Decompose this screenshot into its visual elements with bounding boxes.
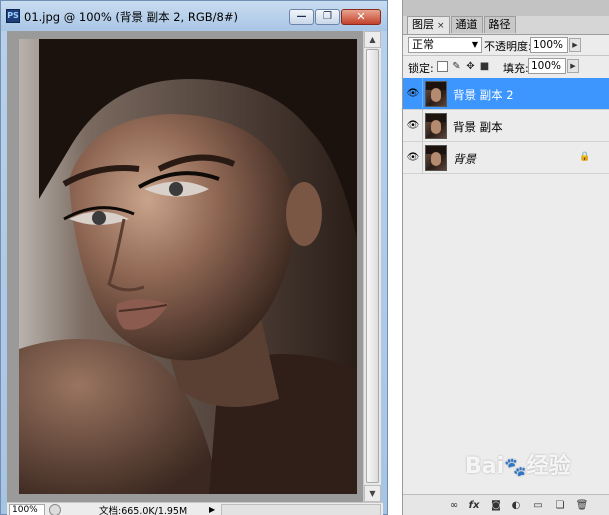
close-button[interactable]: ✕: [341, 9, 381, 25]
tab-layers[interactable]: 图层 ×: [407, 16, 450, 34]
close-icon: ✕: [356, 10, 366, 23]
blend-mode-value: 正常: [412, 38, 434, 51]
layer-name: 背景 副本: [453, 120, 503, 134]
minimize-icon: —: [296, 11, 307, 22]
horizontal-scrollbar[interactable]: [221, 504, 381, 515]
lock-fill-row: 锁定: ✎ ✥ ■ 填充: 100% ▶: [403, 56, 609, 76]
layer-name: 背景 副本 2: [453, 88, 514, 102]
lock-icon: 🔒: [579, 152, 591, 162]
watermark-brand: Bai: [465, 454, 505, 479]
layer-row-background-copy-2[interactable]: 👁 背景 副本 2: [403, 78, 609, 110]
blend-mode-select[interactable]: 正常 ▼: [408, 37, 482, 53]
lock-label: 锁定:: [408, 62, 434, 75]
opacity-label: 不透明度:: [484, 40, 532, 53]
document-size-info: 文档:665.0K/1.95M: [99, 506, 188, 515]
fill-input[interactable]: 100%: [528, 58, 566, 74]
minimize-button[interactable]: —: [289, 9, 314, 25]
portrait-photo[interactable]: [19, 39, 357, 494]
document-title: 01.jpg @ 100% (背景 副本 2, RGB/8#): [24, 10, 238, 24]
status-indicator-icon[interactable]: [49, 504, 61, 515]
trash-icon[interactable]: 🗑: [575, 499, 589, 513]
fill-label: 填充:: [503, 62, 529, 75]
mask-icon[interactable]: ◙: [489, 499, 503, 513]
layer-thumbnail: [425, 145, 447, 171]
tab-channels[interactable]: 通道: [450, 16, 483, 33]
tab-close-icon[interactable]: ×: [437, 21, 445, 31]
tab-paths-label: 路径: [488, 18, 511, 31]
window-gap: [388, 0, 402, 515]
visibility-eye-icon[interactable]: 👁: [405, 116, 421, 136]
panel-header[interactable]: [403, 0, 609, 16]
zoom-field[interactable]: 100%: [9, 504, 45, 515]
layers-panel: 图层 × 通道 路径 正常 ▼ 不透明度: 100% ▶ 锁定: ✎ ✥ ■ 填充…: [402, 0, 609, 515]
canvas-area[interactable]: [7, 31, 363, 502]
visibility-eye-icon[interactable]: 👁: [405, 148, 421, 168]
tab-layers-label: 图层: [412, 18, 434, 31]
layers-panel-body: 正常 ▼ 不透明度: 100% ▶ 锁定: ✎ ✥ ■ 填充: 100% ▶ 👁…: [403, 34, 609, 515]
portrait-image: [19, 39, 357, 494]
layers-bottom-toolbar: ∞ fx ◙ ◐ ▭ ❏ 🗑: [403, 494, 609, 515]
fill-slider-button[interactable]: ▶: [567, 59, 579, 73]
status-menu-arrow-icon[interactable]: ▶: [209, 504, 219, 515]
scroll-up-icon[interactable]: ▲: [364, 31, 381, 48]
vertical-scrollbar[interactable]: ▲ ▼: [363, 31, 381, 502]
new-layer-icon[interactable]: ❏: [553, 499, 567, 513]
scroll-thumb[interactable]: [366, 49, 379, 483]
eye-column-divider: [422, 142, 423, 174]
fx-icon[interactable]: fx: [467, 499, 481, 513]
opacity-slider-button[interactable]: ▶: [569, 38, 581, 52]
photoshop-app-icon: PS: [6, 9, 20, 23]
baidu-watermark: Bai🐾经验: [465, 448, 571, 480]
lock-pixels-brush-icon[interactable]: ✎: [451, 61, 462, 72]
visibility-eye-icon[interactable]: 👁: [405, 84, 421, 104]
document-titlebar[interactable]: PS 01.jpg @ 100% (背景 副本 2, RGB/8#) — ❐ ✕: [1, 1, 387, 31]
tab-paths[interactable]: 路径: [483, 16, 516, 33]
lock-position-move-icon[interactable]: ✥: [465, 61, 476, 72]
layer-name: 背景: [453, 152, 476, 166]
layer-row-background[interactable]: 👁 背景 🔒: [403, 142, 609, 174]
window-controls: — ❐ ✕: [288, 9, 381, 25]
group-icon[interactable]: ▭: [531, 499, 545, 513]
restore-button[interactable]: ❐: [315, 9, 340, 25]
lock-transparency-icon[interactable]: [437, 61, 448, 72]
restore-icon: ❐: [323, 11, 332, 22]
blend-opacity-row: 正常 ▼ 不透明度: 100% ▶: [403, 35, 609, 55]
scroll-down-icon[interactable]: ▼: [364, 485, 381, 502]
opacity-input[interactable]: 100%: [530, 37, 568, 53]
document-window: PS 01.jpg @ 100% (背景 副本 2, RGB/8#) — ❐ ✕: [0, 0, 388, 515]
adjustment-icon[interactable]: ◐: [509, 499, 523, 513]
panel-tabs: 图层 × 通道 路径: [407, 16, 517, 34]
eye-column-divider: [422, 78, 423, 110]
tab-channels-label: 通道: [455, 18, 478, 31]
layer-thumbnail: [425, 113, 447, 139]
paw-icon: 🐾: [504, 457, 527, 478]
chevron-down-icon: ▼: [471, 40, 478, 49]
eye-column-divider: [422, 110, 423, 142]
link-icon[interactable]: ∞: [447, 499, 461, 513]
layer-row-background-copy[interactable]: 👁 背景 副本: [403, 110, 609, 142]
watermark-suffix: 经验: [526, 454, 571, 479]
lock-all-icon[interactable]: ■: [479, 61, 490, 72]
layer-thumbnail: [425, 81, 447, 107]
layers-list: 👁 背景 副本 2 👁 背景 副本 👁 背景 🔒: [403, 78, 609, 174]
status-bar: 100% 文档:665.0K/1.95M ▶: [7, 502, 383, 515]
